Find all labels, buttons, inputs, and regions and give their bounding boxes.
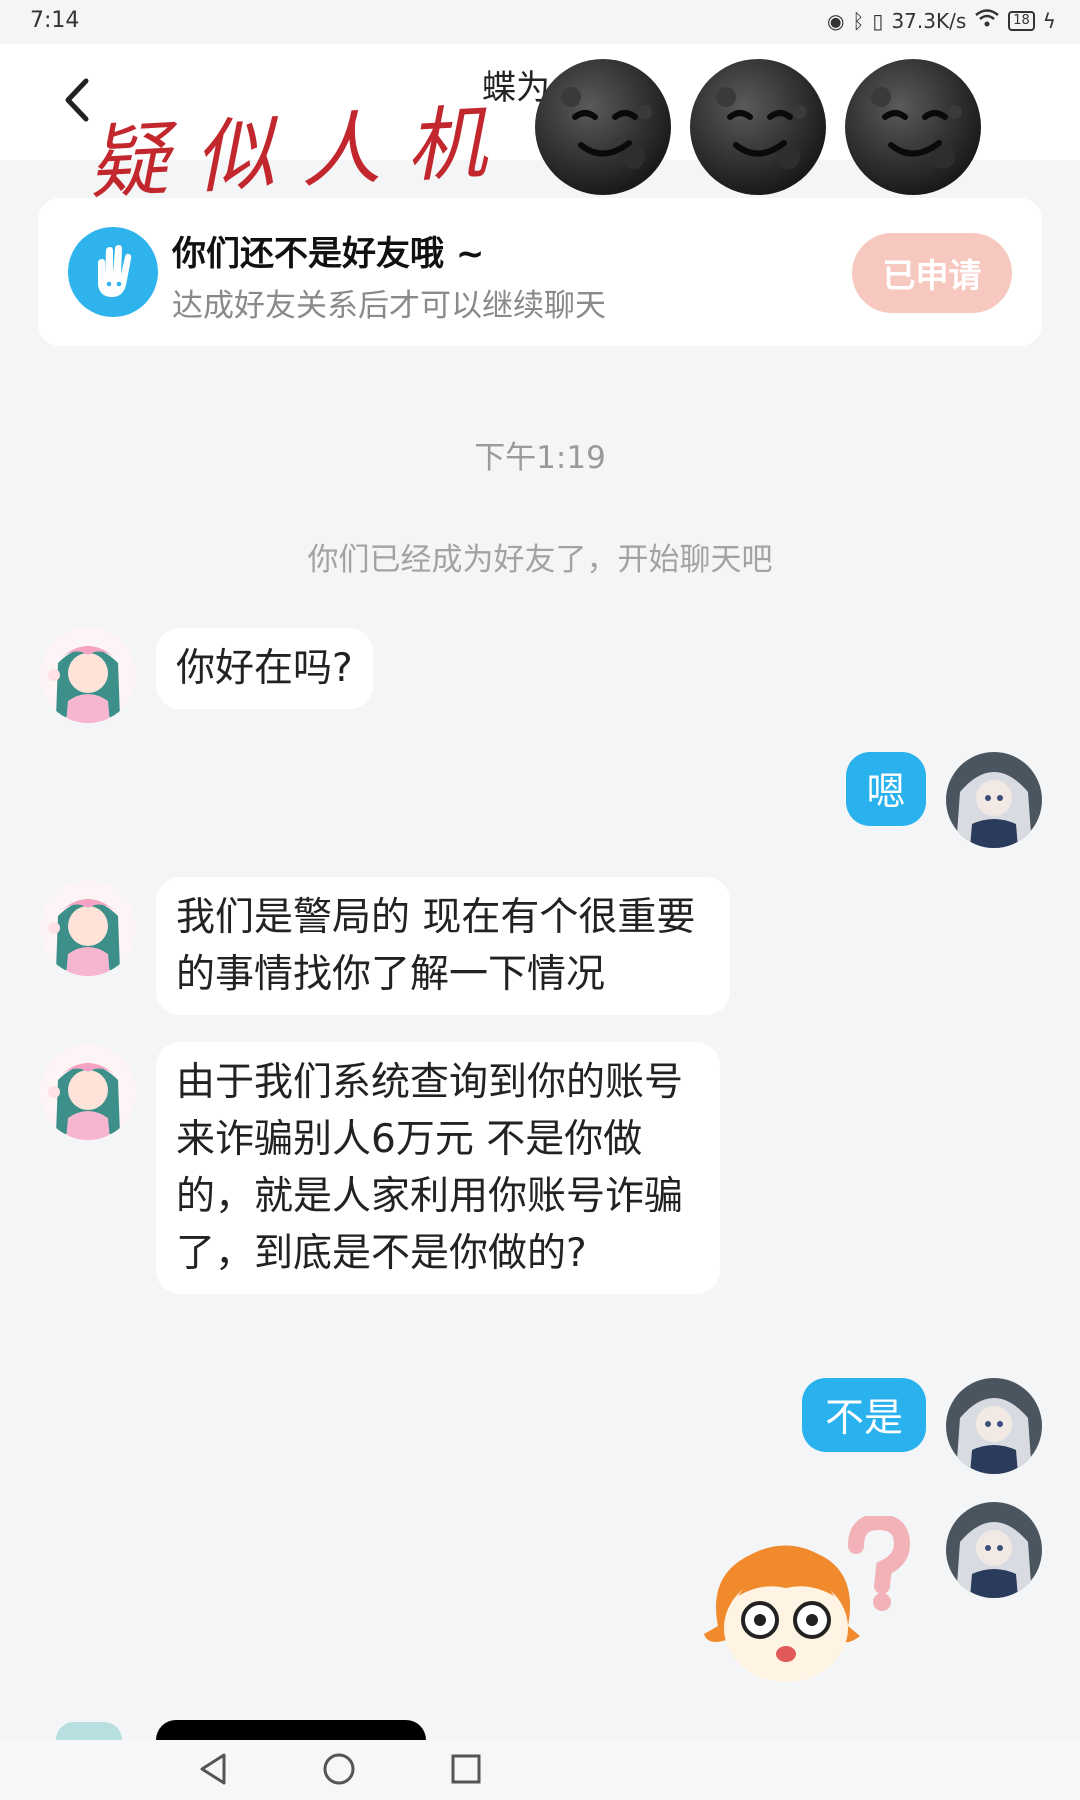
vibrate-icon: ▯ xyxy=(872,8,884,33)
bluetooth-icon: ᛒ xyxy=(852,8,865,33)
moon-face-icon xyxy=(845,59,981,195)
other-user-avatar[interactable] xyxy=(56,1722,122,1740)
applied-button[interactable]: 已申请 xyxy=(852,233,1012,313)
status-time: 7:14 xyxy=(30,8,80,33)
net-speed: 37.3K/s xyxy=(891,8,967,33)
other-user-avatar[interactable] xyxy=(40,627,136,723)
redaction-bar xyxy=(156,1720,426,1740)
status-icons: ◉ ᛒ ▯ 37.3K/s 18 ϟ xyxy=(827,8,1056,33)
moon-face-icon xyxy=(535,59,671,195)
wave-hand-icon xyxy=(68,227,158,317)
other-user-avatar[interactable] xyxy=(40,880,136,976)
my-avatar[interactable] xyxy=(946,1502,1042,1598)
message-bubble[interactable]: 由于我们系统查询到你的账号来诈骗别人6万元 不是你做的，就是人家利用你账号诈骗了… xyxy=(156,1042,720,1294)
message-bubble[interactable]: 我们是警局的 现在有个很重要的事情找你了解一下情况 xyxy=(156,877,730,1015)
message-time-label: 下午1:19 xyxy=(474,440,606,476)
moon-face-icon xyxy=(690,59,826,195)
system-message: 你们已经成为好友了，开始聊天吧 xyxy=(307,542,773,578)
my-avatar[interactable] xyxy=(946,752,1042,848)
charging-icon: ϟ xyxy=(1042,8,1056,33)
notice-subtitle: 达成好友关系后才可以继续聊天 xyxy=(172,288,606,324)
battery-icon: 18 xyxy=(1008,10,1035,31)
nav-recents-icon[interactable] xyxy=(450,1753,482,1785)
my-avatar[interactable] xyxy=(946,1378,1042,1474)
message-bubble-own[interactable]: 不是 xyxy=(802,1378,926,1452)
confused-face-sticker[interactable] xyxy=(698,1516,918,1696)
other-user-avatar[interactable] xyxy=(40,1044,136,1140)
message-bubble[interactable]: 你好在吗? xyxy=(156,628,373,709)
message-bubble-own[interactable]: 嗯 xyxy=(846,752,926,826)
notice-title: 你们还不是好友哦 ~ xyxy=(172,234,485,274)
wifi-icon xyxy=(974,8,1000,33)
nav-home-icon[interactable] xyxy=(322,1752,356,1786)
overlay-stamp: 疑似人机 xyxy=(86,94,515,211)
nav-back-icon[interactable] xyxy=(198,1752,228,1786)
system-nav-bar xyxy=(0,1740,1080,1800)
eye-icon: ◉ xyxy=(826,8,845,33)
